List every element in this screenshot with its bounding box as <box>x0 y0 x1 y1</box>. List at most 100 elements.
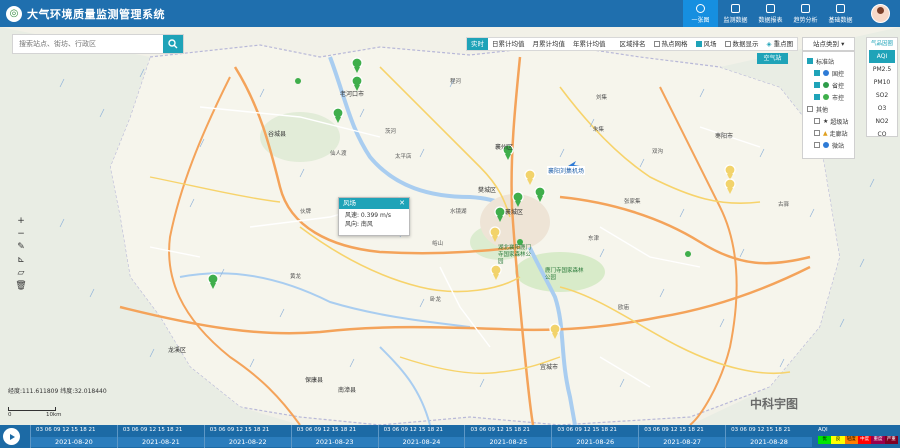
checkbox-icon <box>695 41 702 47</box>
ruler-icon[interactable]: ✎ <box>14 241 28 254</box>
pollutant-co[interactable]: CO <box>867 128 897 141</box>
place-label: 南漳县 <box>338 387 357 394</box>
pollutant-no2[interactable]: NO2 <box>867 115 897 128</box>
globe-icon <box>696 3 705 13</box>
checkbox-icon <box>807 106 813 112</box>
chart-icon <box>801 3 810 13</box>
place-label: 宜城市 <box>540 364 559 371</box>
close-icon[interactable]: ✕ <box>399 198 405 209</box>
timeline-hours: 03 06 09 12 15 18 21 <box>209 427 270 433</box>
data-show-toggle[interactable]: 数据显示 <box>721 38 763 50</box>
station-option[interactable]: 国控 <box>807 67 850 79</box>
pollutant-so2[interactable]: SO2 <box>867 89 897 102</box>
checkbox-icon <box>814 82 820 88</box>
coordinate-readout: 经度:111.611809 纬度:32.018440 <box>8 388 107 395</box>
station-option[interactable]: ▲ 走廊站 <box>807 127 850 139</box>
place-label: 仙人渡 <box>330 151 347 157</box>
wind-field-toggle[interactable]: 风场 <box>692 38 721 50</box>
station-option-label: 标准站 <box>816 58 835 66</box>
zoom-out-icon[interactable]: − <box>14 228 28 241</box>
zoom-in-icon[interactable]: + <box>14 215 28 228</box>
station-option-label: 其他 <box>816 106 829 114</box>
timeline-day[interactable]: 03 06 09 12 15 18 21 2021-08-28 <box>725 425 813 448</box>
nav-trend[interactable]: 趋势分析 <box>788 0 823 27</box>
station-option[interactable]: ★ 超级站 <box>807 115 850 127</box>
timeline-date: 2021-08-27 <box>639 437 726 447</box>
polygon-icon[interactable]: ▱ <box>14 267 28 280</box>
triangle-icon: ▲ <box>823 129 828 137</box>
chevron-down-icon: ▾ <box>841 40 845 48</box>
station-option[interactable]: 市控 <box>807 91 850 103</box>
popup-title: 风场 <box>343 199 356 207</box>
tab-daily-avg[interactable]: 日累计均值 <box>488 38 529 50</box>
app-title: 大气环境质量监测管理系统 <box>27 7 165 21</box>
nav-label: 基础数据 <box>828 16 853 24</box>
watermark: 中科宇图 <box>750 397 799 411</box>
timeline-day[interactable]: 03 06 09 12 15 18 21 2021-08-26 <box>551 425 639 448</box>
timeline-day[interactable]: 03 06 09 12 15 18 21 2021-08-25 <box>464 425 552 448</box>
timeline-day[interactable]: 03 06 09 12 15 18 21 2021-08-20 <box>30 425 117 448</box>
heavy-map-button[interactable]: ◈ 重点图 <box>763 38 798 50</box>
nav-label: 监测数据 <box>723 16 748 24</box>
timeline-hours: 03 06 09 12 15 18 21 <box>557 427 617 433</box>
search-input[interactable] <box>13 35 163 53</box>
station-option[interactable]: 微站 <box>807 139 850 151</box>
nav-base-data[interactable]: 基础数据 <box>823 0 858 27</box>
legend-level: 良 <box>831 436 845 444</box>
timeline-date: 2021-08-23 <box>291 437 378 447</box>
pollutant-aqi[interactable]: AQI <box>869 50 895 63</box>
legend-title: AQI <box>818 427 828 433</box>
timeline-days: 03 06 09 12 15 18 21 2021-08-20 03 06 09 … <box>30 425 813 448</box>
star-icon: ★ <box>823 117 829 125</box>
map-tools: + − ✎ ⊾ ▱ 🗑 <box>13 215 29 293</box>
place-label: 太平店 <box>395 154 412 160</box>
search-button[interactable] <box>163 35 183 53</box>
play-button[interactable] <box>3 428 20 445</box>
data-show-label: 数据显示 <box>732 40 759 48</box>
station-option-label: 国控 <box>832 70 845 78</box>
nav-reports[interactable]: 数据报表 <box>753 0 788 27</box>
place-label: 朱集 <box>593 127 605 133</box>
place-label: 黄龙 <box>290 274 302 280</box>
station-option[interactable]: 省控 <box>807 79 850 91</box>
station-option[interactable]: 标准站 <box>807 55 850 67</box>
checkbox-icon <box>814 70 820 76</box>
place-label: 东津 <box>588 236 600 242</box>
heavy-map-label: 重点图 <box>773 40 794 48</box>
timeline-date: 2021-08-24 <box>378 437 465 447</box>
tab-yearly-avg[interactable]: 年累计均值 <box>569 38 610 50</box>
map-canvas[interactable]: 龙溪区 湖北襄阳鹿门寺国家森林公园 鹿门寺国家森林公园 保康县 南漳县 宜城市 … <box>0 27 900 425</box>
timeline-date: 2021-08-20 <box>31 437 117 447</box>
timeline-day[interactable]: 03 06 09 12 15 18 21 2021-08-21 <box>116 425 204 448</box>
station-type-panel: 标准站 国控 省控 市控 其他 ★ 超级站 ▲ 走廊站 微站 <box>802 51 855 159</box>
place-label: 双沟 <box>652 149 664 155</box>
air-station-tag[interactable]: 空气站 <box>757 53 788 64</box>
wind-speed: 风速: 0.399 m/s <box>345 212 392 219</box>
place-label: 刘集 <box>596 95 608 101</box>
tab-realtime[interactable]: 实时 <box>467 38 488 50</box>
timeline-day[interactable]: 03 06 09 12 15 18 21 2021-08-24 <box>377 425 465 448</box>
timeline-day[interactable]: 03 06 09 12 15 18 21 2021-08-27 <box>638 425 726 448</box>
scale-zero: 0 <box>8 412 12 418</box>
region-rank-button[interactable]: 区域排名 <box>616 38 650 50</box>
user-avatar[interactable] <box>871 4 890 23</box>
pollutant-panel-header: 气品因圈 <box>870 41 893 47</box>
nav-monitor-data[interactable]: 监测数据 <box>718 0 753 27</box>
trash-icon[interactable]: 🗑 <box>14 280 28 293</box>
search-icon <box>168 39 178 49</box>
station-type-dropdown[interactable]: 站点类别 ▾ <box>802 37 855 51</box>
app-logo: ◎ <box>6 5 22 22</box>
app-header: ◎ 大气环境质量监测管理系统 一张图 监测数据 数据报表 趋势分析 基础数据 <box>0 0 900 27</box>
nav-one-map[interactable]: 一张图 <box>683 0 718 27</box>
tab-monthly-avg[interactable]: 月累计均值 <box>529 38 570 50</box>
measure-icon[interactable]: ⊾ <box>14 254 28 267</box>
place-label: 龙溪区 <box>168 347 187 354</box>
timeline-hours: 03 06 09 12 15 18 21 <box>36 427 96 433</box>
pollutant-pm10[interactable]: PM10 <box>867 76 897 89</box>
pollutant-pm25[interactable]: PM2.5 <box>867 63 897 76</box>
timeline-day[interactable]: 03 06 09 12 15 18 21 2021-08-23 <box>290 425 378 448</box>
pollutant-o3[interactable]: O3 <box>867 102 897 115</box>
heat-grid-toggle[interactable]: 热点网格 <box>650 38 692 50</box>
timeline-day[interactable]: 03 06 09 12 15 18 21 2021-08-22 <box>203 425 291 448</box>
station-option[interactable]: 其他 <box>807 103 850 115</box>
